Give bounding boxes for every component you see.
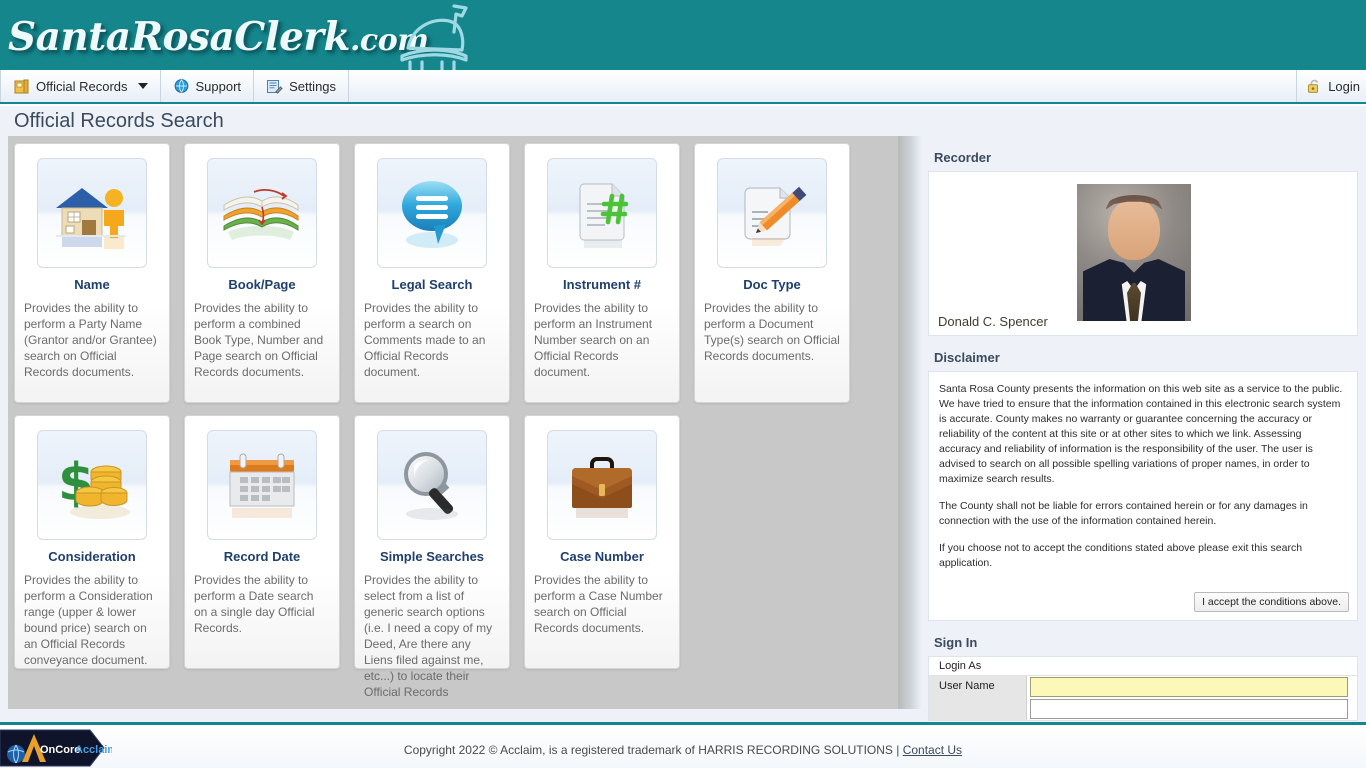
card-description: Provides the ability to select from a li…: [364, 573, 493, 699]
disclaimer-paragraph-3: If you choose not to accept the conditio…: [939, 542, 1303, 569]
nav-item-settings[interactable]: Settings: [254, 70, 350, 102]
search-card-simple-searches[interactable]: Simple Searches Provides the ability to …: [354, 415, 510, 699]
document-pencil-icon: [744, 186, 807, 246]
recorder-heading: Recorder: [934, 150, 992, 165]
magnifying-glass-icon: [404, 452, 458, 520]
card-title: Record Date: [223, 549, 301, 564]
card-icon-frame: [717, 158, 827, 268]
site-brand-wordmark: SantaRosaClerk.com: [8, 14, 429, 60]
card-description: Provides the ability to perform a Consid…: [24, 573, 153, 667]
search-card-instrument-number[interactable]: Instrument # Provides the ability to per…: [524, 143, 680, 403]
contact-us-link[interactable]: Contact Us: [903, 743, 962, 757]
search-card-record-date[interactable]: Record Date Provides the ability to perf…: [184, 415, 340, 669]
search-card-name[interactable]: Name Provides the ability to perform a P…: [14, 143, 170, 403]
login-button[interactable]: Login: [1296, 70, 1360, 102]
card-title: Instrument #: [562, 277, 641, 292]
help-globe-icon: [174, 78, 188, 93]
recorder-name: Donald C. Spencer: [938, 314, 1048, 329]
nav-item-label: Support: [195, 78, 242, 94]
navbar-items: Official Records Support Settings: [0, 70, 350, 102]
speech-bubble-icon: [402, 181, 462, 248]
stack-of-books-icon: [223, 189, 299, 240]
username-row: User Name: [929, 676, 1357, 698]
card-description: Provides the ability to perform a combin…: [194, 301, 324, 379]
card-icon-frame: [377, 430, 487, 540]
footer-copyright-text: Copyright 2022 © Acclaim, is a registere…: [403, 743, 903, 757]
card-title: Legal Search: [391, 277, 473, 292]
recorder-panel: Donald C. Spencer: [928, 171, 1358, 336]
password-row: [929, 698, 1357, 720]
search-card-consideration[interactable]: $ Consideration Provides the ability to …: [14, 415, 170, 669]
right-sidebar: Recorder Donald C. Spencer Disclaimer Sa…: [928, 136, 1358, 722]
bench-outline-logo-icon: [400, 4, 468, 70]
card-icon-frame: [547, 158, 657, 268]
card-icon-frame: [37, 158, 147, 268]
signin-panel: Login As User Name: [928, 656, 1358, 721]
login-as-label: Login As: [929, 657, 1357, 676]
brand-part-1: SantaRosa: [8, 14, 235, 60]
card-icon-frame: [207, 158, 317, 268]
card-icon-frame: $: [37, 430, 147, 540]
main-content: Name Provides the ability to perform a P…: [0, 136, 1366, 722]
search-cards-pane: Name Provides the ability to perform a P…: [8, 136, 920, 709]
card-description: Provides the ability to perform a search…: [364, 301, 486, 379]
card-icon-frame: [207, 430, 317, 540]
site-banner: SantaRosaClerk.com: [0, 0, 1366, 70]
username-input[interactable]: [1030, 677, 1348, 697]
nav-item-support[interactable]: Support: [161, 70, 255, 102]
card-description: Provides the ability to perform a Party …: [24, 301, 157, 379]
card-description: Provides the ability to perform a Docume…: [704, 301, 840, 363]
dollar-coins-icon: $: [58, 453, 130, 519]
nav-item-label: Official Records: [36, 78, 128, 94]
card-description: Provides the ability to perform a Case N…: [534, 573, 663, 635]
card-title: Case Number: [560, 549, 644, 564]
disclaimer-panel: Santa Rosa County presents the informati…: [928, 371, 1358, 621]
disclaimer-paragraph-1: Santa Rosa County presents the informati…: [939, 383, 1343, 485]
password-input[interactable]: [1030, 699, 1348, 719]
main-navbar: Official Records Support Settings Login: [0, 70, 1366, 104]
login-label: Login: [1328, 78, 1360, 94]
nav-item-label: Settings: [289, 78, 337, 94]
calendar-icon: [229, 453, 295, 518]
card-title: Doc Type: [743, 277, 801, 292]
settings-wrench-icon: [267, 79, 283, 94]
card-title: Simple Searches: [379, 549, 485, 564]
card-title: Book/Page: [228, 277, 296, 292]
search-card-grid: Name Provides the ability to perform a P…: [14, 143, 920, 699]
unlock-padlock-icon: [1308, 79, 1319, 93]
content-right-edge: [1358, 136, 1366, 722]
card-icon-frame: [547, 430, 657, 540]
records-box-icon: [14, 79, 29, 93]
card-icon-frame: [377, 158, 487, 268]
brand-part-2: Clerk: [234, 14, 350, 60]
card-title: Name: [74, 277, 110, 292]
card-title: Consideration: [48, 549, 136, 564]
recorder-portrait-avatar: [1077, 184, 1191, 321]
search-card-legal-search[interactable]: Legal Search Provides the ability to per…: [354, 143, 510, 403]
pane-edge-gradient: [898, 136, 922, 709]
nav-item-official-records[interactable]: Official Records: [0, 70, 161, 102]
briefcase-icon: [572, 457, 632, 518]
chevron-down-icon[interactable]: [137, 83, 148, 89]
search-card-book-page[interactable]: Book/Page Provides the ability to perfor…: [184, 143, 340, 403]
search-card-case-number[interactable]: Case Number Provides the ability to perf…: [524, 415, 680, 669]
disclaimer-heading: Disclaimer: [934, 350, 1000, 365]
password-label: [929, 698, 1027, 720]
card-description: Provides the ability to perform a Date s…: [194, 573, 315, 635]
search-card-doc-type[interactable]: Doc Type Provides the ability to perform…: [694, 143, 850, 403]
footer-copyright: Copyright 2022 © Acclaim, is a registere…: [0, 743, 1366, 757]
accept-conditions-button[interactable]: I accept the conditions above.: [1194, 592, 1349, 612]
signin-heading: Sign In: [934, 635, 978, 650]
portrait-face: [1108, 198, 1160, 260]
document-hash-icon: [579, 183, 629, 248]
page-root: SantaRosaClerk.com Official Records Supp…: [0, 0, 1366, 768]
page-footer: OnCore Acclaim Copyright 2022 © Acclaim,…: [0, 722, 1366, 768]
house-and-person-icon: [56, 188, 126, 249]
page-title: Official Records Search: [14, 110, 224, 132]
username-label: User Name: [929, 676, 1027, 698]
disclaimer-paragraph-2: The County shall not be liable for error…: [939, 500, 1308, 527]
card-description: Provides the ability to perform an Instr…: [534, 301, 653, 379]
